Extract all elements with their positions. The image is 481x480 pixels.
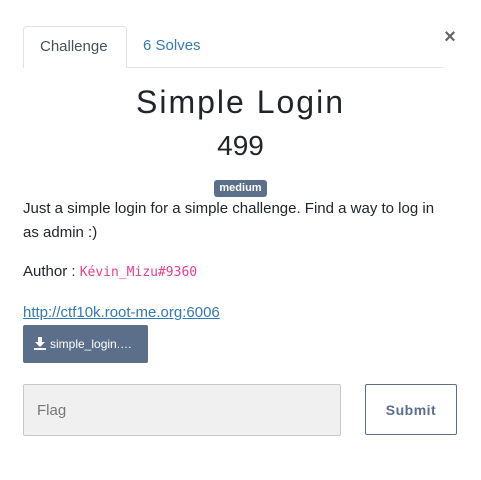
difficulty-badge: medium <box>214 180 267 197</box>
submit-button[interactable]: Submit <box>365 384 457 435</box>
download-file-button[interactable]: simple_login.… <box>23 325 148 363</box>
flag-input[interactable] <box>23 384 341 436</box>
challenge-link[interactable]: http://ctf10k.root-me.org:6006 <box>23 302 220 324</box>
file-name-label: simple_login.… <box>50 337 133 351</box>
challenge-description: Just a simple login for a simple challen… <box>23 200 435 241</box>
challenge-modal: × Challenge 6 Solves Simple Login 499 me… <box>0 0 481 480</box>
author-handle: Kévin_Mizu#9360 <box>79 265 198 280</box>
close-icon: × <box>444 26 456 48</box>
download-icon <box>34 337 46 350</box>
badge-container: medium <box>0 178 481 197</box>
tab-solves[interactable]: 6 Solves <box>127 26 217 68</box>
tab-bar: Challenge 6 Solves <box>23 26 443 68</box>
tab-challenge[interactable]: Challenge <box>23 26 127 68</box>
author-line: Author : Kévin_Mizu#9360 <box>23 261 453 284</box>
challenge-points: 499 <box>217 130 264 161</box>
author-label: Author : <box>23 263 80 280</box>
close-button[interactable]: × <box>441 26 459 48</box>
challenge-title: Simple Login <box>136 84 345 120</box>
